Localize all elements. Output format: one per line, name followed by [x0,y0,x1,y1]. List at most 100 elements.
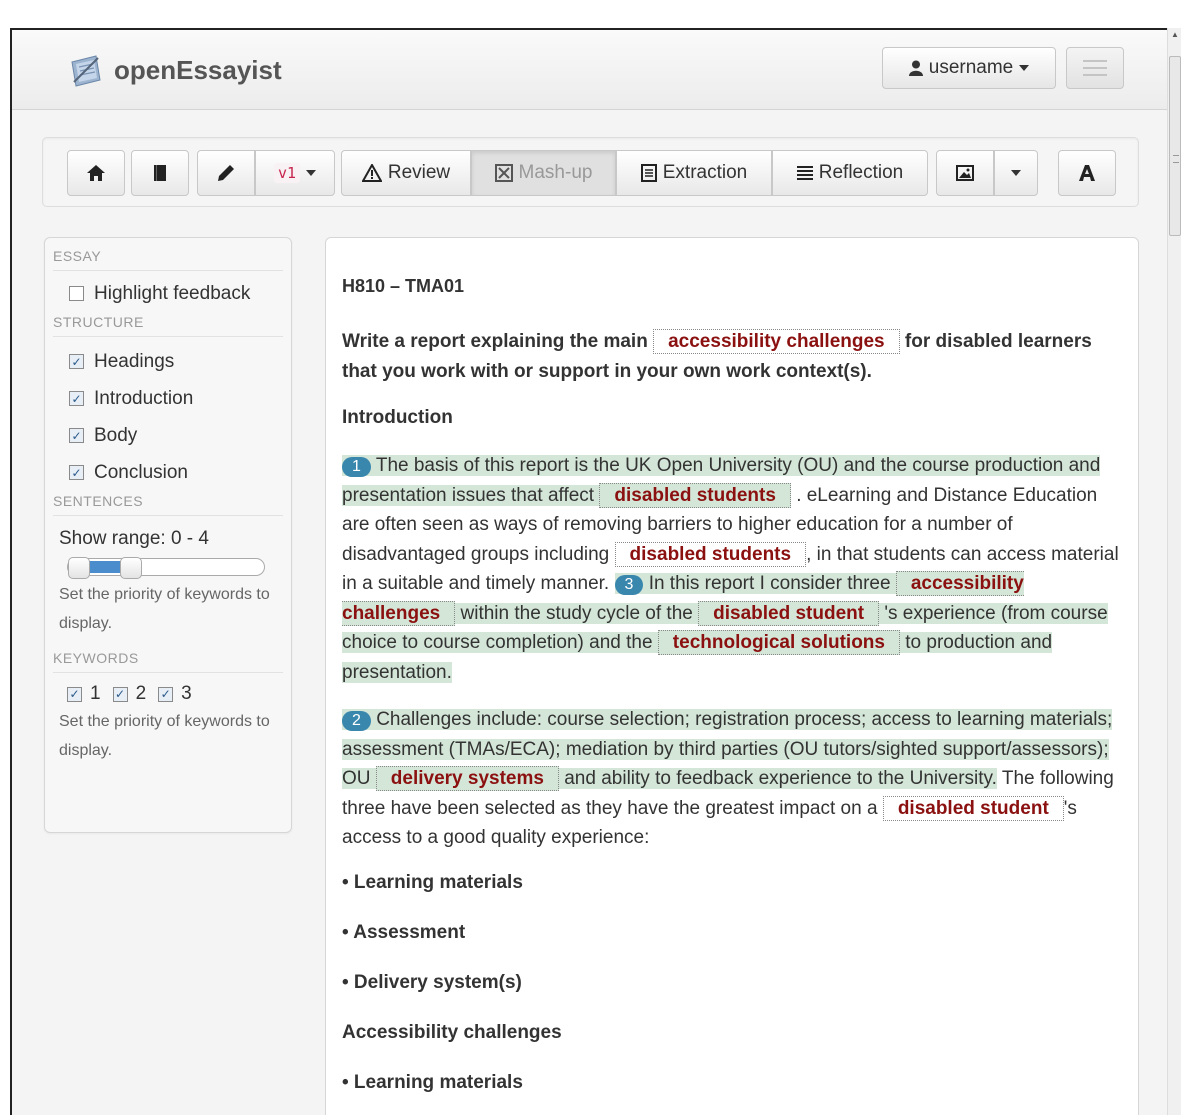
range-slider[interactable] [67,557,265,579]
keyword[interactable]: technological solutions [657,630,900,655]
keyword[interactable]: accessibility challenges [653,329,900,354]
highlight-feedback-checkbox[interactable] [69,286,84,301]
chevron-down-icon [1019,65,1030,71]
tab-extraction[interactable]: Extraction [616,150,772,196]
keywords-section-header: KEYWORDS [53,650,283,673]
section-heading: Introduction [342,407,453,428]
keywords-hint: Set the priority of keywords to display. [59,713,270,759]
tab-reflection[interactable]: Reflection [772,150,928,196]
essay-title: H810 – TMA01 [342,276,465,296]
keyword[interactable]: delivery systems [375,766,559,791]
font-button[interactable] [1058,150,1116,196]
range-slider-max-handle[interactable] [120,557,142,579]
essay-prompt: Write a report explaining the main acces… [342,327,1122,387]
scrollbar-thumb[interactable] [1169,56,1181,236]
sentence-text: within the study cycle of the [460,602,693,624]
browser-window: openEssayist username v1 Review Mash-up … [0,0,1181,1115]
sidebar: ESSAY Highlight feedback STRUCTURE ✓ Hea… [44,237,292,833]
pencil-icon [218,165,234,181]
font-icon [1079,165,1095,181]
structure-item-headings[interactable]: ✓ Headings [53,343,283,380]
chevron-down-icon [1011,170,1021,176]
book-button[interactable] [131,150,189,196]
toolbar: v1 Review Mash-up Extraction Reflection [42,137,1139,207]
sentences-hint: Set the priority of keywords to display. [59,586,270,632]
scroll-grip-icon [1173,155,1179,163]
bullet-item: • Assessment [342,921,466,943]
app-name: openEssayist [114,54,282,85]
hamburger-icon [1083,60,1107,62]
essay-logo-icon [71,55,101,87]
tab-mashup[interactable]: Mash-up [471,150,616,196]
keyword[interactable]: disabled student [698,600,880,626]
keyword[interactable]: disabled students [599,482,791,508]
user-icon [908,60,923,76]
keyword-level-label: 2 [135,683,147,704]
structure-item-body[interactable]: ✓ Body [53,417,283,454]
keyword-levels: ✓ 1 ✓ 2 ✓ 3 [53,679,283,707]
highlight-feedback-option[interactable]: Highlight feedback [53,277,283,314]
book-icon [154,165,166,181]
tab-review-label: Review [387,162,451,183]
vertical-scrollbar[interactable]: ▲ ▼ [1167,28,1181,1115]
structure-item-conclusion[interactable]: ✓ Conclusion [53,454,283,491]
structure-item-label: Headings [94,350,175,372]
bullet-item: • Learning materials [342,1071,523,1093]
paragraph: 2 Challenges include: course selection; … [342,705,1122,853]
tab-review[interactable]: Review [341,150,471,196]
keyword-level-2-checkbox[interactable]: ✓ [112,686,128,702]
picture-icon [956,165,974,181]
conclusion-checkbox[interactable]: ✓ [69,465,84,480]
section-heading: Accessibility challenges [342,1021,562,1043]
warning-icon [361,164,382,182]
headings-checkbox[interactable]: ✓ [69,354,84,369]
scroll-up-icon[interactable]: ▲ [1168,28,1181,42]
bullet-item: • Learning materials [342,871,523,893]
structure-item-label: Conclusion [94,461,188,483]
sentence-rank-badge: 1 [342,457,371,477]
structure-item-label: Introduction [94,387,194,409]
edit-button[interactable] [197,150,255,196]
hamburger-line [1083,74,1107,76]
user-menu-button[interactable]: username [882,47,1056,89]
tab-extraction-label: Extraction [662,162,748,183]
highlighted-sentence[interactable]: 2 Challenges include: course selection; … [342,709,1113,791]
keyword-level-1-checkbox[interactable]: ✓ [67,686,82,702]
home-button[interactable] [67,150,125,196]
chevron-down-icon [306,170,317,176]
body-checkbox[interactable]: ✓ [69,428,84,443]
highlight-feedback-label: Highlight feedback [94,282,251,304]
structure-section-header: STRUCTURE [53,314,283,337]
version-dropdown[interactable]: v1 [255,150,335,196]
keyword-level-label: 3 [181,683,192,704]
paragraph: 1 The basis of this report is the UK Ope… [342,451,1122,687]
align-justify-icon [796,166,813,180]
keyword[interactable]: disabled students [614,541,807,567]
tab-reflection-label: Reflection [818,162,904,183]
structure-item-introduction[interactable]: ✓ Introduction [53,380,283,417]
keyword-level-3-checkbox[interactable]: ✓ [158,686,174,702]
page: openEssayist username v1 Review Mash-up … [10,28,1167,1115]
range-slider-min-handle[interactable] [68,557,90,579]
picture-button[interactable] [936,150,994,196]
show-range-label: Show range: 0 - 4 [59,528,209,549]
sentences-section-header: SENTENCES [53,493,283,516]
sentence-text: In this report I consider three [648,573,891,594]
introduction-checkbox[interactable]: ✓ [69,391,84,406]
structure-item-label: Body [94,424,138,446]
hamburger-line [1083,67,1107,69]
username-label: username [928,57,1014,78]
hamburger-menu-button[interactable] [1066,47,1124,89]
keyword[interactable]: disabled student [882,795,1064,821]
sentence-rank-badge: 3 [614,575,644,595]
bullet-item: • Delivery system(s) [342,971,522,993]
version-label: v1 [273,163,301,183]
sentence-text: and ability to feedback experience to th… [564,768,997,789]
brand[interactable]: openEssayist [68,50,282,90]
list-icon [640,164,657,182]
navbar: openEssayist username [12,30,1167,110]
picture-dropdown[interactable] [994,150,1038,196]
essay-content: H810 – TMA01 Write a report explaining t… [325,237,1139,1115]
prompt-text: Write a report explaining the main [342,331,648,352]
keyword-level-label: 1 [90,683,101,704]
